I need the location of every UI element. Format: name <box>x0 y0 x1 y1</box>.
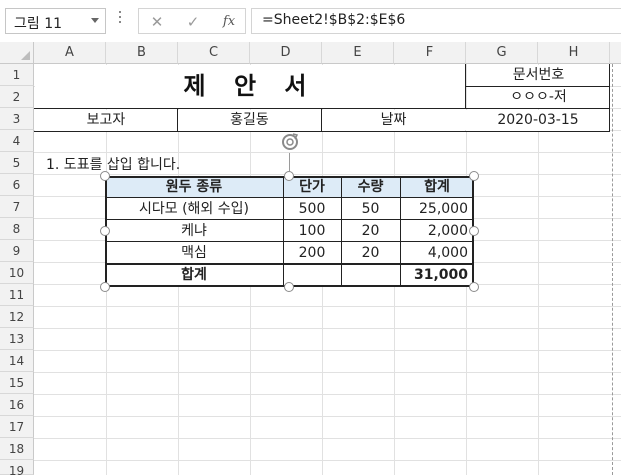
page-break-line <box>612 64 613 475</box>
reporter-label[interactable]: 보고자 <box>35 110 177 131</box>
doc-number-value[interactable]: ㅇㅇㅇ-저 <box>467 87 610 108</box>
row-header-11[interactable]: 11 <box>0 284 34 306</box>
row-header-18[interactable]: 18 <box>0 438 34 460</box>
resize-handle-bottom[interactable] <box>284 282 294 292</box>
row-header-3[interactable]: 3 <box>0 108 34 130</box>
row-header-8[interactable]: 8 <box>0 218 34 240</box>
row-header-9[interactable]: 9 <box>0 240 34 262</box>
column-header-b[interactable]: B <box>106 42 178 64</box>
row-header-13[interactable]: 13 <box>0 328 34 350</box>
row-header-1[interactable]: 1 <box>0 64 34 86</box>
resize-handle-right[interactable] <box>469 226 479 236</box>
select-all-button[interactable] <box>0 42 34 64</box>
instruction-note[interactable]: 1. 도표를 삽입 합니다. <box>46 155 180 175</box>
row-header-4[interactable]: 4 <box>0 130 34 152</box>
row-header-12[interactable]: 12 <box>0 306 34 328</box>
resize-handle-left[interactable] <box>100 226 110 236</box>
doc-number-label[interactable]: 문서번호 <box>467 65 610 86</box>
column-header-c[interactable]: C <box>178 42 250 64</box>
row-header-15[interactable]: 15 <box>0 372 34 394</box>
row-header-6[interactable]: 6 <box>0 174 34 196</box>
column-header-g[interactable]: G <box>466 42 538 64</box>
document-title[interactable]: 제 안 서 <box>35 65 465 108</box>
column-header-next[interactable] <box>610 42 621 64</box>
row-header-19[interactable]: 19 <box>0 460 34 475</box>
column-header-a[interactable]: A <box>34 42 106 64</box>
row-header-16[interactable]: 16 <box>0 394 34 416</box>
column-header-h[interactable]: H <box>538 42 610 64</box>
reporter-name[interactable]: 홍길동 <box>178 110 321 131</box>
row-header-7[interactable]: 7 <box>0 196 34 218</box>
resize-handle-top-right[interactable] <box>469 171 479 181</box>
linked-picture[interactable]: 원두 종류 단가 수량 합계 시다모 (해외 수입) 500 50 25,000… <box>105 176 474 287</box>
column-header-d[interactable]: D <box>250 42 322 64</box>
resize-handle-top-left[interactable] <box>100 171 110 181</box>
row-header-17[interactable]: 17 <box>0 416 34 438</box>
resize-handle-top[interactable] <box>284 171 294 181</box>
row-header-2[interactable]: 2 <box>0 86 34 108</box>
date-value[interactable]: 2020-03-15 <box>466 110 610 131</box>
rotate-handle-icon[interactable] <box>279 131 301 153</box>
column-header-f[interactable]: F <box>394 42 466 64</box>
row-header-10[interactable]: 10 <box>0 262 34 284</box>
column-header-e[interactable]: E <box>322 42 394 64</box>
row-header-14[interactable]: 14 <box>0 350 34 372</box>
row-header-5[interactable]: 5 <box>0 152 34 174</box>
resize-handle-bottom-right[interactable] <box>469 282 479 292</box>
resize-handle-bottom-left[interactable] <box>100 282 110 292</box>
date-label[interactable]: 날짜 <box>322 110 465 131</box>
